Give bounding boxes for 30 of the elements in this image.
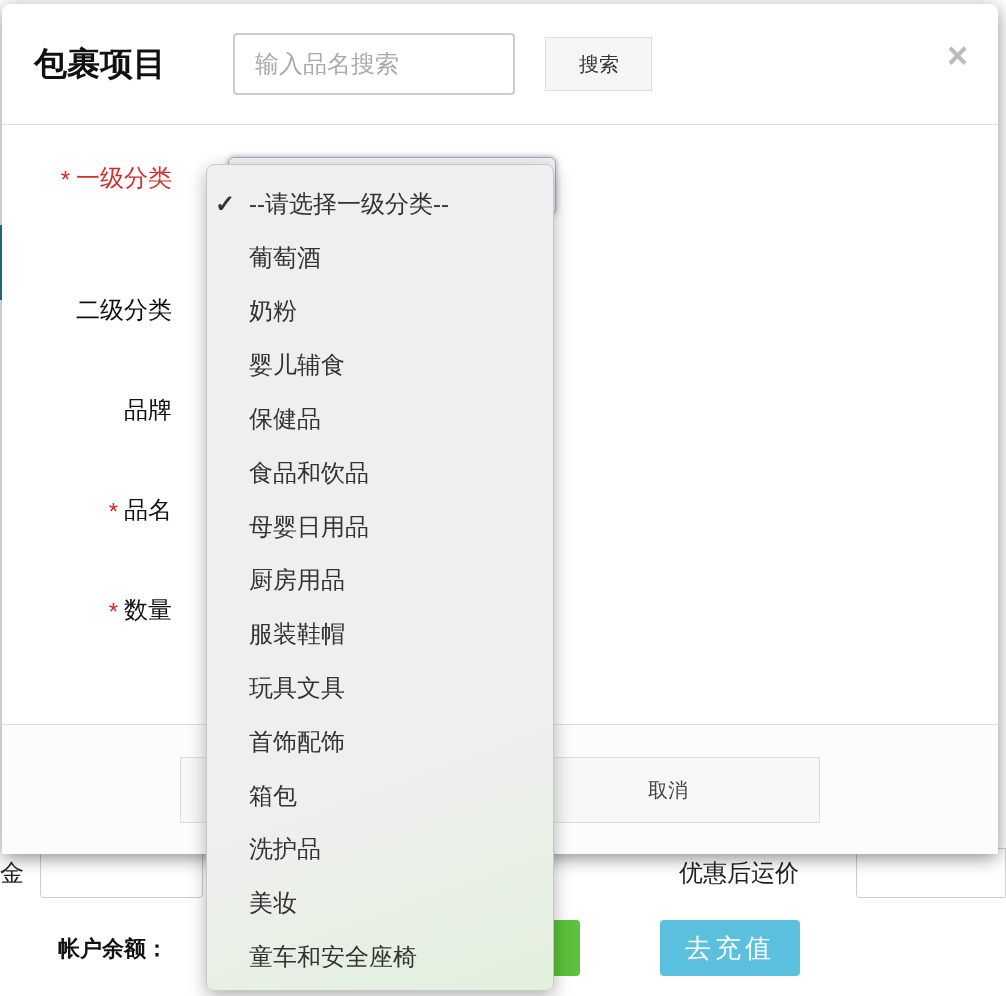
menu-item[interactable]: --请选择一级分类-- <box>249 185 449 222</box>
field-label: 品牌 <box>124 395 172 425</box>
required-mark: * <box>108 497 118 527</box>
menu-item[interactable]: 食品和饮品 <box>249 454 369 491</box>
field-label: 品名 <box>124 495 172 525</box>
menu-item[interactable]: 玩具文具 <box>249 670 345 707</box>
menu-item[interactable]: 葡萄酒 <box>249 239 321 276</box>
search-button[interactable]: 搜索 <box>545 37 652 91</box>
menu-item[interactable]: 童车和安全座椅 <box>249 939 417 976</box>
dialog-title: 包裹项目 <box>34 44 167 85</box>
menu-item[interactable]: 首饰配饰 <box>249 723 345 760</box>
menu-item[interactable]: 母婴日用品 <box>249 508 369 545</box>
menu-item[interactable]: 保健品 <box>249 401 321 438</box>
field-label: 一级分类 <box>76 163 172 193</box>
field-label: 数量 <box>124 595 172 625</box>
balance-label: 帐户余额： <box>58 934 168 963</box>
field-label: 金 <box>0 858 25 888</box>
search-field[interactable]: 输入品名搜索 <box>233 33 515 95</box>
required-mark: * <box>60 165 70 195</box>
menu-item[interactable]: 厨房用品 <box>249 562 345 599</box>
field-label: 优惠后运价 <box>678 858 800 888</box>
menu-item[interactable]: 洗护品 <box>249 831 321 868</box>
menu-item[interactable]: 奶粉 <box>249 293 297 330</box>
field-label: 二级分类 <box>76 295 172 325</box>
menu-item[interactable]: 婴儿辅食 <box>249 347 345 384</box>
required-mark: * <box>108 597 118 627</box>
menu-item[interactable]: 服装鞋帽 <box>249 616 345 653</box>
menu-item[interactable]: 美妆 <box>249 885 297 922</box>
menu-item[interactable]: 箱包 <box>249 777 297 814</box>
check-icon: ✓ <box>215 185 235 222</box>
